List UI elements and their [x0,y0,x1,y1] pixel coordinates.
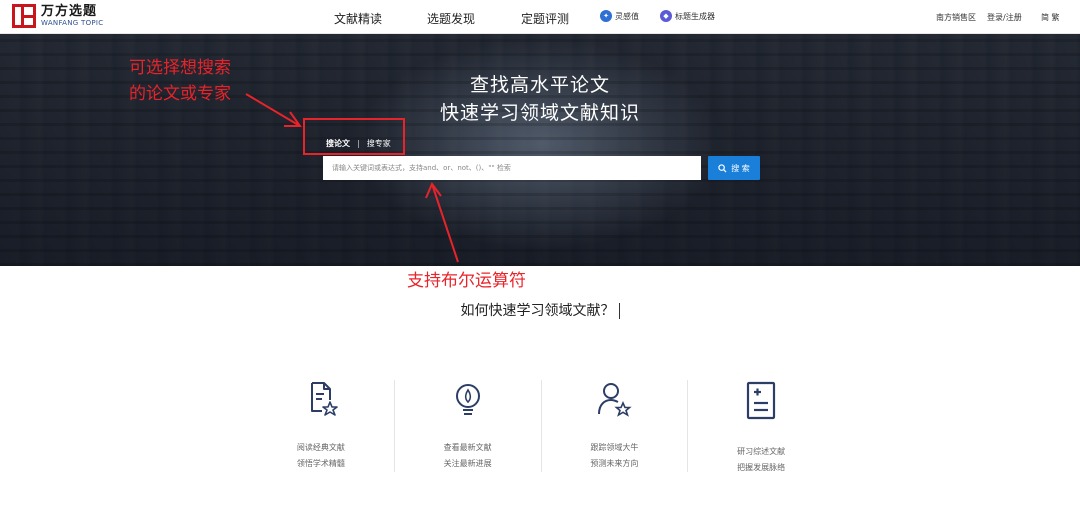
tab-topic-evaluation[interactable]: 定题评测 [521,10,569,27]
language-switch[interactable]: 简 繁 [1041,12,1060,23]
feature-card[interactable]: 查看最新文献 关注最新进展 [393,380,541,472]
annotation-note-search-type: 可选择想搜索 的论文或专家 [129,55,231,107]
feature-line2: 把握发展脉络 [737,463,786,472]
search-input[interactable] [323,156,701,180]
lightbulb-icon: ✦ [600,10,612,22]
logo-title: 万方选题 [41,4,98,19]
feature-line2: 领悟学术精髓 [296,459,345,468]
search-button-label: 搜 索 [731,163,750,173]
tab-literature-reading[interactable]: 文献精读 [334,10,383,36]
document-star-icon [310,382,338,416]
feature-line1: 阅读经典文献 [296,443,345,452]
top-navigation-bar: 万方选题 WANFANG TOPIC 文献精读 选题发现 定题评测 ✦ 灵感值 … [0,0,1080,36]
title-generator-label: 标题生成器 [675,11,715,21]
report-icon [747,381,776,420]
bulb-icon [455,384,480,415]
section-title-text: 如何快速学习领域文献？ [460,303,615,319]
region-selector[interactable]: 南方销售区 [936,12,976,23]
feature-line1: 查看最新文献 [443,443,492,452]
logo-mark-icon [12,4,36,28]
feature-line2: 预测未来方向 [590,459,639,468]
feature-line1: 跟踪领域大牛 [590,443,639,452]
logo-subtitle: WANFANG TOPIC [41,19,104,27]
wanfang-topic-logo[interactable]: 万方选题 WANFANG TOPIC [12,4,103,28]
inspiration-tool-link[interactable]: ✦ 灵感值 [600,10,639,22]
text-cursor [618,303,620,319]
user-star-icon [598,383,633,417]
search-button[interactable]: 搜 索 [708,156,760,180]
feature-card[interactable]: 研习综述文献 把握发展脉络 [687,380,834,472]
login-register-link[interactable]: 登录/注册 [987,12,1022,23]
title-generator-link[interactable]: ◆ 标题生成器 [660,10,715,22]
search-icon [718,163,727,173]
annotation-note-boolean: 支持布尔运算符 [407,271,526,291]
feature-list: 阅读经典文献 领悟学术精髓 查看最新文献 关注最新进展 跟踪领域大牛 预测未来方… [248,380,834,472]
feature-line1: 研习综述文献 [737,447,786,456]
section-title: 如何快速学习领域文献？ [0,300,1080,320]
annotation-note1-line1: 可选择想搜索 [129,58,231,78]
annotation-note1-line2: 的论文或专家 [129,84,231,104]
tab-topic-discovery[interactable]: 选题发现 [427,10,475,27]
annotation-highlight-box [303,118,405,155]
feature-card[interactable]: 阅读经典文献 领悟学术精髓 [248,380,394,472]
feature-line2: 关注最新进展 [443,459,492,468]
inspiration-label: 灵感值 [615,11,639,21]
feature-card[interactable]: 跟踪领域大牛 预测未来方向 [540,380,688,472]
title-generator-icon: ◆ [660,10,672,22]
